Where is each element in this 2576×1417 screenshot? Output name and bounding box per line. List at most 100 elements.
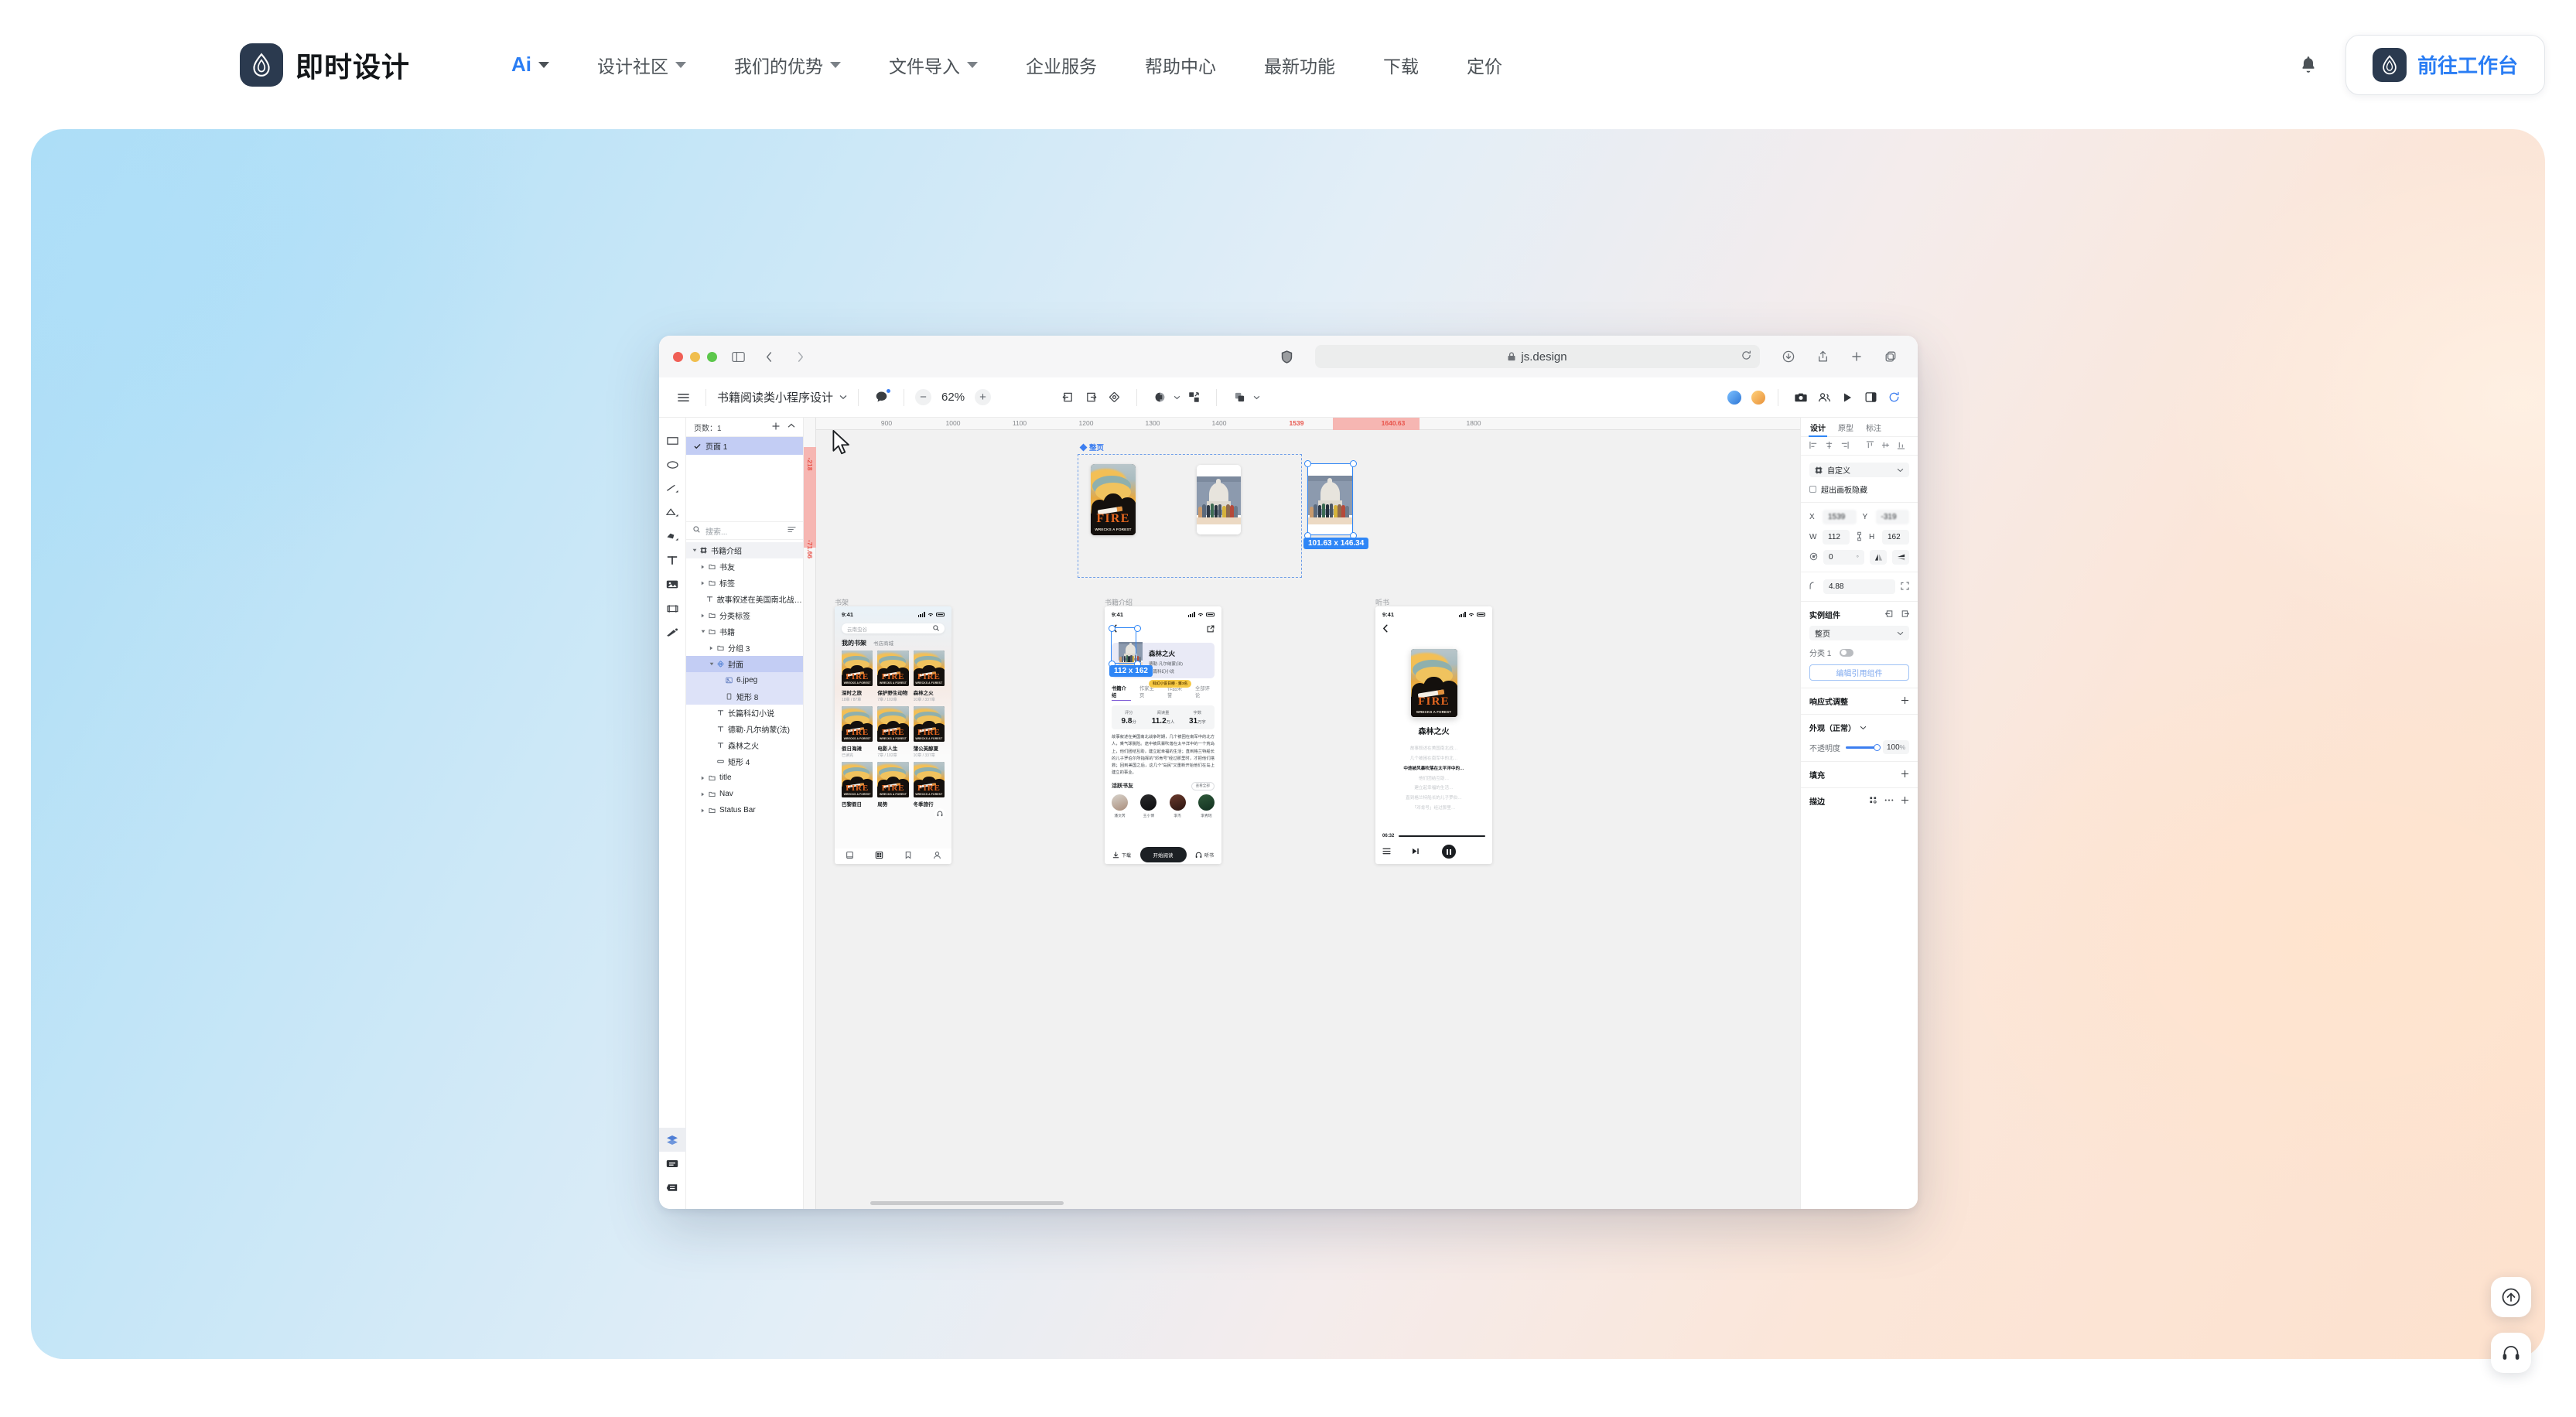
book-card[interactable]: FIRE WRECKS A FOREST 深时之旅 18章 / 87章 <box>842 650 873 702</box>
close-window-button[interactable] <box>673 351 683 362</box>
zoom-level[interactable]: 62% <box>941 391 965 404</box>
layer-row-16[interactable]: Status Bar <box>686 802 803 818</box>
layer-row-4[interactable]: 分类标签 <box>686 607 803 623</box>
search-input[interactable]: 云南虫谷 <box>842 623 945 633</box>
nav-item-ai[interactable]: Ai <box>487 53 573 77</box>
layer-row-13[interactable]: 矩形 4 <box>686 753 803 770</box>
go-to-workspace-button[interactable]: 前往工作台 <box>2345 34 2545 95</box>
book-card[interactable]: FIRE WRECKS A FOREST 保护野生动物 7章 / 102章 <box>877 650 909 702</box>
back-arrow-icon[interactable] <box>759 347 779 367</box>
layer-disclosure-icon[interactable] <box>699 776 706 780</box>
cover-thumb-capitol[interactable] <box>1197 465 1241 534</box>
add-stroke-icon[interactable] <box>1901 796 1909 807</box>
scroll-to-top-icon[interactable] <box>2491 1277 2531 1317</box>
line-tool-icon[interactable] <box>659 476 686 500</box>
instance-select[interactable]: 整页 <box>1809 626 1909 640</box>
forward-arrow-icon[interactable] <box>790 347 810 367</box>
comment-bubble-icon[interactable] <box>869 386 893 409</box>
friend-item[interactable]: 李杰 <box>1169 794 1186 818</box>
layer-row-14[interactable]: title <box>686 770 803 786</box>
nav-item-advantages[interactable]: 我们的优势 <box>710 52 865 78</box>
new-tab-icon[interactable] <box>1847 347 1867 367</box>
layer-row-0[interactable]: 书籍介绍 <box>686 542 803 558</box>
layer-row-15[interactable]: Nav <box>686 786 803 802</box>
friend-item[interactable]: 王小博 <box>1140 794 1157 818</box>
layer-row-11[interactable]: 德勒·凡尔纳蒙(法) <box>686 721 803 737</box>
grid-icon[interactable] <box>875 849 883 863</box>
zoom-in-button[interactable]: + <box>975 389 992 405</box>
chevron-down-icon[interactable] <box>1251 386 1262 409</box>
opacity-input[interactable]: 100 % <box>1883 740 1909 754</box>
independent-corners-icon[interactable] <box>1901 581 1909 592</box>
resize-handle-tr[interactable] <box>1350 460 1357 467</box>
align-middle-v-icon[interactable] <box>1881 441 1890 452</box>
import-icon[interactable] <box>1079 386 1102 409</box>
nav-item-help[interactable]: 帮助中心 <box>1121 52 1240 78</box>
resize-handle-tr[interactable] <box>1134 625 1141 632</box>
image-tool-icon[interactable] <box>659 572 686 596</box>
document-title[interactable]: 书籍阅读类小程序设计 <box>717 389 847 405</box>
book-card[interactable]: FIRE WRECKS A FOREST 冬季旅行 <box>913 762 945 808</box>
maximize-window-button[interactable] <box>707 351 717 362</box>
headphone-icon[interactable] <box>934 808 945 819</box>
layer-row-9[interactable]: 矩形 8 <box>686 688 803 705</box>
mask-icon[interactable] <box>1148 386 1171 409</box>
assets-panel-icon[interactable] <box>659 1152 686 1176</box>
nav-item-download[interactable]: 下载 <box>1359 52 1443 78</box>
add-fill-icon[interactable] <box>1901 770 1909 780</box>
reload-icon[interactable] <box>1741 350 1751 364</box>
book-card[interactable]: FIRE WRECKS A FOREST 巴黎假日 <box>842 762 873 808</box>
shield-icon[interactable] <box>1276 347 1297 367</box>
play-icon[interactable] <box>1836 386 1859 409</box>
book-card[interactable]: FIRE WRECKS A FOREST 局势 <box>877 762 909 808</box>
align-bottom-icon[interactable] <box>1897 441 1905 452</box>
layer-disclosure-icon[interactable] <box>708 646 715 650</box>
refresh-icon[interactable] <box>1882 386 1905 409</box>
triangle-tool-icon[interactable] <box>659 500 686 524</box>
layer-disclosure-icon[interactable] <box>699 565 706 569</box>
playlist-icon[interactable] <box>1382 845 1391 859</box>
cover-thumb-fire[interactable]: FIRE WRECKS A FOREST <box>1091 464 1136 535</box>
layer-row-7[interactable]: 封面 <box>686 656 803 672</box>
scale-icon[interactable] <box>1182 386 1205 409</box>
page-item-1[interactable]: 页面 1 <box>686 437 803 455</box>
team-icon[interactable] <box>1812 386 1836 409</box>
components-panel-icon[interactable] <box>659 1176 686 1200</box>
avatar[interactable] <box>1750 388 1767 406</box>
camera-icon[interactable] <box>1789 386 1812 409</box>
layer-search[interactable]: 搜索... <box>686 521 803 540</box>
notification-bell-icon[interactable] <box>2294 51 2322 79</box>
align-left-icon[interactable] <box>1809 441 1818 452</box>
download-button[interactable]: 下载 <box>1112 851 1131 859</box>
book-card[interactable]: FIRE WRECKS A FOREST 假日海滩 已读完 <box>842 706 873 758</box>
h-input[interactable]: 162 <box>1882 530 1909 545</box>
window-controls[interactable] <box>673 351 717 362</box>
swap-instance-icon[interactable] <box>1884 609 1894 620</box>
rotation-input[interactable]: 0 ° <box>1823 550 1864 565</box>
boolean-icon[interactable] <box>1228 386 1251 409</box>
progress-row[interactable]: 06:32 <box>1382 834 1485 838</box>
export-icon[interactable] <box>1056 386 1079 409</box>
design-canvas[interactable]: 800 900 1000 1100 1200 1300 1400 1539 16… <box>804 418 1800 1209</box>
corner-radius-input[interactable]: 4.88 <box>1823 579 1895 594</box>
flip-vertical-icon[interactable] <box>1892 550 1909 565</box>
align-right-icon[interactable] <box>1840 441 1849 452</box>
share-icon[interactable] <box>1812 347 1833 367</box>
tab-prototype[interactable]: 原型 <box>1838 418 1853 437</box>
layer-row-12[interactable]: 森林之火 <box>686 737 803 753</box>
back-chevron-icon[interactable] <box>1382 623 1389 636</box>
tab-store[interactable]: 书店商城 <box>873 639 893 647</box>
w-input[interactable]: 112 <box>1823 530 1850 545</box>
avatar[interactable] <box>1726 388 1743 406</box>
x-input[interactable]: 1539 <box>1823 510 1857 524</box>
horizontal-ruler[interactable]: 800 900 1000 1100 1200 1300 1400 1539 16… <box>804 418 1800 430</box>
listen-button[interactable]: 听书 <box>1195 852 1214 859</box>
sidebar-toggle-icon[interactable] <box>728 347 748 367</box>
more-dots-icon[interactable] <box>1884 796 1894 807</box>
book-card[interactable]: FIRE WRECKS A FOREST 蒲公英醇夏 10章 / 337章 <box>913 706 945 758</box>
y-input[interactable]: -319 <box>1875 510 1909 524</box>
add-page-icon[interactable] <box>772 422 780 432</box>
grid-dots-icon[interactable] <box>1869 796 1877 807</box>
layer-row-2[interactable]: 标签 <box>686 575 803 591</box>
book-card[interactable]: FIRE WRECKS A FOREST 森林之火 10章 / 337章 <box>913 650 945 702</box>
